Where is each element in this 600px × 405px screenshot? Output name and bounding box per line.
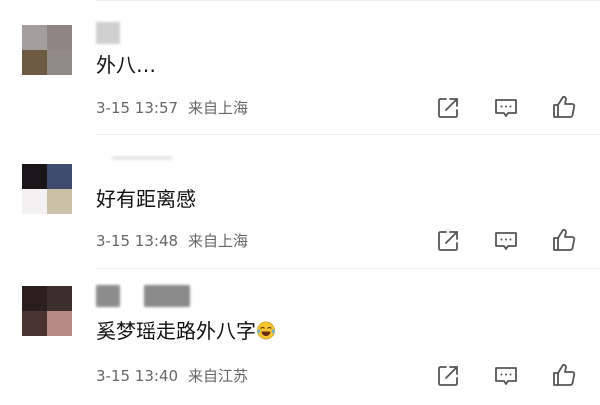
avatar-pixel [22,164,47,189]
reply-button[interactable] [492,362,520,390]
like-icon [553,95,576,118]
avatar-pixel [47,50,72,75]
share-icon [438,231,458,251]
comment-time: 3-15 13:57 [96,99,179,117]
like-icon [553,228,576,251]
avatar-pixel [47,189,72,214]
username-redacted[interactable] [96,285,120,307]
like-button[interactable] [550,93,578,121]
comment-item: 奚梦瑶走路外八字 3-15 13:40 来自江苏 [0,268,600,405]
share-button[interactable] [434,362,462,390]
comment-location: 来自上海 [188,99,249,117]
like-icon [553,363,576,386]
comment-icon [495,232,517,250]
avatar-pixel [22,50,47,75]
comment-meta: 3-15 13:48 来自上海 [96,231,248,251]
like-button[interactable] [550,226,578,254]
avatar-pixel [22,286,47,311]
comment-meta: 3-15 13:40 来自江苏 [96,366,248,386]
comment-item: 外八… 3-15 13:57 来自上海 [0,0,600,134]
comment-item: 好有距离感 3-15 13:48 来自上海 [0,134,600,268]
avatar-pixel [47,164,72,189]
avatar-pixel [47,286,72,311]
avatar[interactable] [22,286,72,336]
comment-text-body: 奚梦瑶走路外八字 [96,319,256,343]
share-button[interactable] [434,94,462,122]
share-icon [438,98,458,118]
username-redacted[interactable] [112,156,172,160]
avatar[interactable] [22,164,72,214]
comment-text: 好有距离感 [96,187,196,211]
avatar[interactable] [22,25,72,75]
share-button[interactable] [434,227,462,255]
laugh-cry-emoji-icon [256,320,276,340]
avatar-pixel [22,25,47,50]
comment-text: 外八… [96,53,156,77]
comment-location: 来自上海 [188,232,249,250]
comment-text: 奚梦瑶走路外八字 [96,318,276,344]
reply-button[interactable] [492,94,520,122]
comment-time: 3-15 13:48 [96,232,179,250]
comment-icon [495,99,517,117]
username-redacted[interactable] [144,285,190,307]
comment-time: 3-15 13:40 [96,367,179,385]
share-icon [438,366,458,386]
avatar-pixel [22,311,47,336]
comment-icon [495,367,517,385]
avatar-pixel [47,311,72,336]
like-button[interactable] [550,361,578,389]
avatar-pixel [47,25,72,50]
reply-button[interactable] [492,227,520,255]
comment-location: 来自江苏 [188,367,249,385]
username-redacted[interactable] [96,22,120,44]
avatar-pixel [22,189,47,214]
comment-meta: 3-15 13:57 来自上海 [96,98,248,118]
